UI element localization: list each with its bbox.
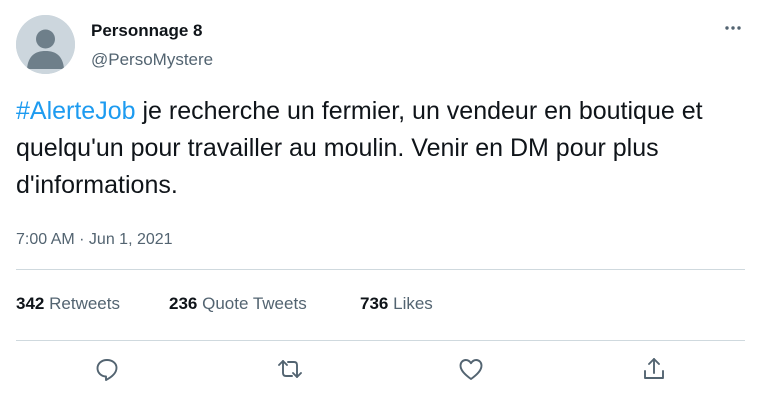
- tweet-date[interactable]: Jun 1, 2021: [89, 231, 173, 248]
- tweet-timestamp: 7:00 AM · Jun 1, 2021: [16, 231, 173, 249]
- avatar[interactable]: [16, 15, 75, 74]
- likes-count: 736: [360, 294, 389, 313]
- retweets-label: Retweets: [49, 294, 120, 313]
- heart-icon: [459, 359, 483, 380]
- timestamp-separator: ·: [74, 231, 89, 248]
- default-avatar-icon: [16, 15, 75, 74]
- hashtag-link[interactable]: #AlerteJob: [16, 97, 136, 125]
- likes-stat[interactable]: 736 Likes: [360, 294, 433, 314]
- like-button[interactable]: [456, 354, 486, 384]
- reply-button[interactable]: [92, 354, 122, 384]
- quote-tweets-label: Quote Tweets: [202, 294, 307, 313]
- share-icon: [644, 358, 664, 379]
- quote-tweets-stat[interactable]: 236 Quote Tweets: [169, 294, 307, 314]
- retweets-count: 342: [16, 294, 45, 313]
- retweet-button[interactable]: [275, 354, 305, 384]
- tweet-time[interactable]: 7:00 AM: [16, 231, 75, 248]
- retweet-icon: [278, 360, 302, 378]
- likes-label: Likes: [393, 294, 433, 313]
- tweet-text: #AlerteJob je recherche un fermier, un v…: [16, 93, 736, 204]
- divider: [16, 269, 745, 270]
- more-horizontal-icon: [725, 26, 741, 30]
- author-handle[interactable]: @PersoMystere: [91, 50, 213, 70]
- divider: [16, 340, 745, 341]
- share-button[interactable]: [639, 354, 669, 384]
- reply-icon: [96, 359, 118, 381]
- more-options-button[interactable]: [718, 18, 748, 38]
- tweet-card: Personnage 8 @PersoMystere #AlerteJob je…: [0, 0, 760, 415]
- quote-tweets-count: 236: [169, 294, 198, 313]
- retweets-stat[interactable]: 342 Retweets: [16, 294, 120, 314]
- author-display-name[interactable]: Personnage 8: [91, 21, 203, 41]
